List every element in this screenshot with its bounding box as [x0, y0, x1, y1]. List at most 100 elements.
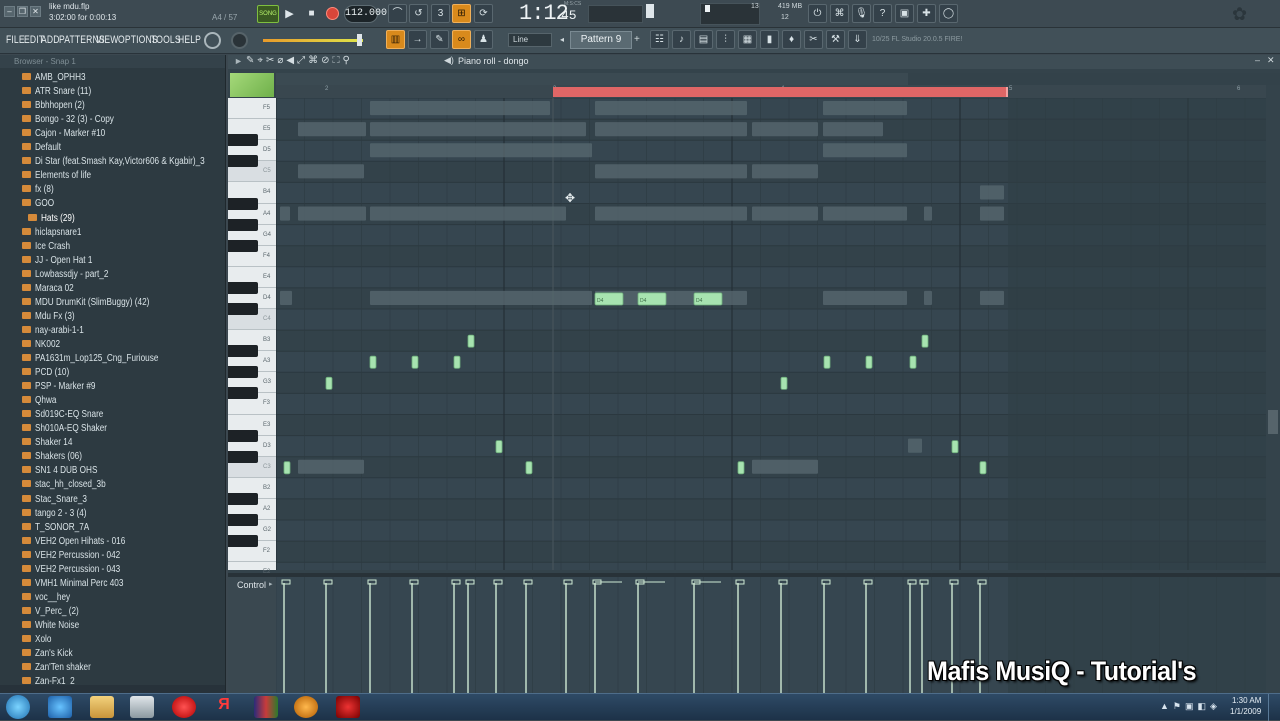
yandex-icon[interactable]: Я — [212, 696, 236, 718]
browser-item[interactable]: Mdu Fx (3) — [22, 310, 83, 324]
line-mode-select[interactable]: Line — [508, 33, 552, 47]
piano-roll-tools[interactable]: ✎⌖✂⌀◀⤢⌘⊘⛶⚲ — [246, 55, 353, 66]
mixer-icon[interactable]: ⌘ — [830, 4, 849, 23]
black-key[interactable] — [228, 514, 258, 526]
browser-item[interactable]: Zan'Ten shaker — [22, 661, 103, 675]
black-key[interactable] — [228, 239, 258, 252]
browser-item[interactable]: Cajon - Marker #10 — [22, 127, 121, 141]
song-mode-toggle[interactable]: SONG — [257, 5, 279, 23]
project-icon[interactable]: ▮ — [760, 30, 779, 49]
save-icon[interactable]: ▣ — [895, 4, 914, 23]
menu-file[interactable]: FILE — [6, 34, 25, 46]
browser-item[interactable]: tango 2 - 3 (4) — [22, 507, 98, 521]
note-grid[interactable]: D4 D4 D4 ✥ — [276, 98, 1266, 570]
black-key[interactable] — [228, 429, 258, 442]
menu-view[interactable]: VIEW — [96, 34, 119, 46]
close-icon[interactable]: ✕ — [30, 6, 41, 17]
black-key[interactable] — [228, 155, 258, 168]
browser-item[interactable]: White Noise — [22, 619, 89, 633]
browser-item[interactable]: Bongo - 32 (3) - Copy — [22, 113, 131, 127]
black-key[interactable] — [228, 134, 258, 147]
browser-item[interactable]: AMB_OPHH3 — [22, 71, 97, 85]
browser-item[interactable]: MDU DrumKit (SlimBuggy) (42) — [22, 296, 174, 310]
browser-item[interactable]: Lowbassdjy - part_2 — [22, 268, 125, 282]
touch-keyboard-icon[interactable]: ✂ — [804, 30, 823, 49]
black-key[interactable] — [228, 450, 258, 463]
black-key[interactable] — [228, 303, 258, 315]
browser-item[interactable]: fx (8) — [22, 183, 58, 197]
loop-region-bar[interactable] — [553, 87, 1008, 97]
pattern-prev-icon[interactable]: ◂ — [560, 33, 570, 47]
play-button[interactable]: ▶ — [280, 5, 299, 23]
main-pitch-knob[interactable] — [231, 32, 248, 49]
pr-close-icon[interactable]: ✕ — [1267, 55, 1275, 66]
time-ruler[interactable]: 23456 — [276, 85, 1266, 98]
browser-item[interactable]: stac_hh_closed_3b — [22, 478, 121, 492]
pattern-selector[interactable]: Pattern 9 — [570, 31, 632, 49]
system-tray-icons[interactable]: ▲⚑▣◧◈ — [1160, 701, 1221, 712]
browser-item[interactable]: SN1 4 DUB OHS — [22, 464, 111, 478]
black-key[interactable] — [228, 492, 258, 505]
arrow-right-icon[interactable]: → — [408, 30, 427, 49]
snap-icon[interactable]: ▥ — [386, 30, 405, 49]
arrow-icon[interactable]: ► — [234, 56, 243, 66]
plugin-icon[interactable]: ✚ — [917, 4, 936, 23]
metronome-icon[interactable]: ⌒ — [388, 4, 407, 23]
browser-item[interactable]: Elements of life — [22, 169, 103, 183]
piano-roll-icon[interactable]: ♪ — [672, 30, 691, 49]
mixer-view-icon[interactable]: ⫶ — [716, 30, 735, 49]
browser-item[interactable]: JJ - Open Hat 1 — [22, 254, 105, 268]
chat-icon[interactable]: ◯ — [939, 4, 958, 23]
stamp-icon[interactable]: ♟ — [474, 30, 493, 49]
black-key[interactable] — [228, 197, 258, 210]
loop-record-icon[interactable]: ⟳ — [474, 4, 493, 23]
help-icon[interactable]: ? — [873, 4, 892, 23]
fl-studio-icon[interactable] — [294, 696, 318, 718]
browser-item[interactable]: voc__hey — [22, 591, 78, 605]
countdown-icon[interactable]: 3 — [431, 4, 450, 23]
black-key[interactable] — [228, 281, 258, 294]
start-button[interactable] — [6, 695, 30, 719]
browser-item[interactable]: Di Star (feat.Smash Kay,Victor606 & Kgab… — [22, 155, 225, 169]
browser-item[interactable]: GOO — [22, 197, 58, 211]
black-key[interactable] — [228, 345, 258, 358]
show-desktop-button[interactable] — [1268, 694, 1280, 721]
pencil-icon[interactable]: ✎ — [430, 30, 449, 49]
browser-item[interactable]: V_Perc_ (2) — [22, 605, 88, 619]
pattern-add-icon[interactable]: + — [634, 33, 644, 47]
control-dropdown-icon[interactable]: ▸ — [269, 580, 273, 588]
control-label[interactable]: Control — [237, 580, 266, 590]
browser-item[interactable]: ATR Snare (11) — [22, 85, 104, 99]
browser-item[interactable]: VMH1 Minimal Perc 403 — [22, 577, 143, 591]
online-icon[interactable]: ⏻ — [808, 4, 827, 23]
browser-item[interactable]: nay-arabi-1-1 — [22, 324, 94, 338]
opera-icon[interactable] — [172, 696, 196, 718]
wrench-icon[interactable]: ⚒ — [826, 30, 845, 49]
channel-icon[interactable]: ▦ — [738, 30, 757, 49]
menu-tools[interactable]: TOOLS — [151, 34, 181, 46]
vertical-scroll-thumb[interactable] — [1268, 410, 1278, 434]
channel-rack-icon[interactable]: ▤ — [694, 30, 713, 49]
browser-item[interactable]: VEH2 Percussion - 042 — [22, 549, 139, 563]
piano-roll-overview[interactable] — [276, 73, 1280, 85]
channel-color-button[interactable] — [230, 73, 274, 97]
ie-icon[interactable] — [48, 696, 72, 718]
browser-item[interactable]: Maraca 02 — [22, 282, 82, 296]
folder-icon[interactable] — [90, 696, 114, 718]
browser-item[interactable]: PA1631m_Lop125_Cng_Furiouse — [22, 352, 185, 366]
black-key[interactable] — [228, 387, 258, 400]
step-edit-icon[interactable]: ⊞ — [452, 4, 471, 23]
browser-scrollbar[interactable] — [0, 685, 225, 693]
record-button[interactable] — [326, 7, 339, 20]
stop-button[interactable]: ■ — [302, 5, 321, 23]
browser-item[interactable]: Bbhhopen (2) — [22, 99, 96, 113]
black-key[interactable] — [228, 535, 258, 548]
menu-add[interactable]: ADD — [41, 34, 60, 46]
browser-item[interactable]: Sh010A-EQ Shaker — [22, 422, 123, 436]
browser-item[interactable]: Zan's Kick — [22, 647, 81, 661]
browser-item[interactable]: Ice Crash — [22, 240, 78, 254]
browser-item[interactable]: Sd019C-EQ Snare — [22, 408, 118, 422]
master-pitch-area[interactable] — [588, 5, 643, 23]
browser-item[interactable]: Hats (29) — [28, 212, 82, 226]
pr-minimize-icon[interactable]: – — [1255, 55, 1260, 65]
